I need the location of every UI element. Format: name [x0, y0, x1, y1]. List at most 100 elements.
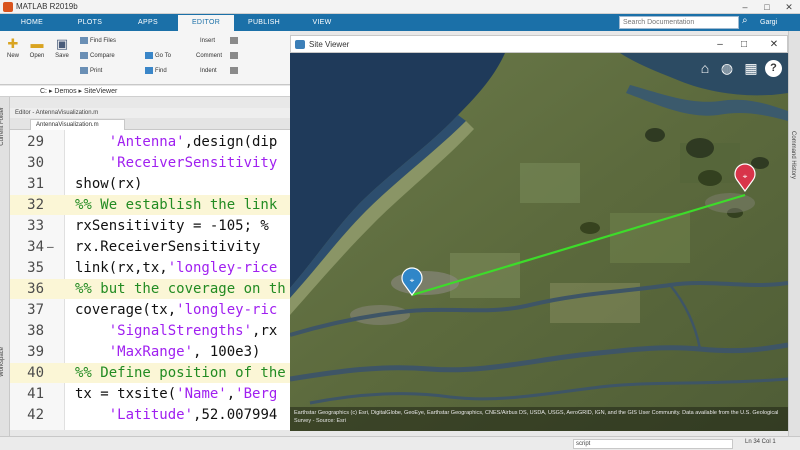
tab-editor[interactable]: EDITOR	[178, 15, 234, 31]
code-text[interactable]: 'ReceiverSensitivity	[75, 153, 278, 173]
line-number: 30	[27, 155, 44, 171]
search-icon[interactable]: ⌕	[742, 15, 748, 26]
find-files-button[interactable]: Find Files	[80, 36, 116, 46]
window-title: MATLAB R2019b	[16, 2, 78, 11]
code-text[interactable]: coverage(tx,'longley-ric	[75, 300, 277, 320]
code-line[interactable]: 33 rxSensitivity = -105; %	[10, 216, 290, 236]
save-button[interactable]: ▣ Save	[52, 36, 72, 60]
tab-view[interactable]: VIEW	[294, 15, 350, 31]
svg-text:⌖: ⌖	[743, 172, 748, 181]
code-token: coverage(tx,	[75, 302, 177, 318]
code-text[interactable]: %% but the coverage on th	[75, 279, 286, 299]
find-icon	[145, 66, 153, 74]
open-button[interactable]: ▬ Open	[26, 37, 48, 60]
code-line[interactable]: 36 %% but the coverage on th	[10, 279, 290, 299]
status-script-field[interactable]: script	[573, 439, 733, 449]
minimize-button[interactable]: –	[734, 0, 756, 14]
code-text[interactable]: link(rx,tx,'longley-rice	[75, 258, 277, 278]
string-token: 'longley-ric	[176, 302, 278, 318]
current-folder-path[interactable]: C: ▸ Demos ▸ SiteViewer	[0, 86, 290, 97]
site-viewer-maximize-button[interactable]: □	[733, 36, 755, 54]
code-text[interactable]: show(rx)	[75, 174, 142, 194]
string-token: 'longley-rice	[167, 260, 278, 276]
code-line[interactable]: 37 coverage(tx,'longley-ric	[10, 300, 290, 320]
code-text[interactable]: 'MaxRange', 100e3)	[75, 342, 261, 362]
right-panel-strip[interactable]: Command History	[788, 31, 800, 436]
line-number: 31	[27, 176, 44, 192]
globe-icon[interactable]: ◍	[718, 59, 736, 77]
string-token: 'ReceiverSensitivity	[108, 155, 278, 171]
comment-icon	[230, 51, 238, 59]
command-history-label[interactable]: Command History	[790, 131, 796, 179]
code-text[interactable]: tx = txsite('Name','Berg	[75, 384, 277, 404]
workspace-label[interactable]: Workspace	[0, 347, 5, 377]
close-button[interactable]: ✕	[778, 0, 800, 14]
format-icon	[230, 36, 238, 44]
code-line[interactable]: 35 link(rx,tx,'longley-rice	[10, 258, 290, 278]
home-icon[interactable]: ⌂	[696, 59, 714, 77]
code-text[interactable]: %% Define position of the	[75, 363, 286, 383]
code-line[interactable]: 34— rx.ReceiverSensitivity	[10, 237, 290, 257]
code-editor[interactable]: 29 'Antenna',design(dip 30 'ReceiverSensi…	[10, 130, 290, 430]
site-viewer-close-button[interactable]: ✕	[763, 36, 785, 54]
code-text[interactable]: 'Latitude',52.007994	[75, 405, 278, 425]
comment-toggle-button[interactable]	[230, 51, 240, 61]
code-line[interactable]: 29 'Antenna',design(dip	[10, 132, 290, 152]
code-line[interactable]: 42 'Latitude',52.007994	[10, 405, 290, 425]
svg-text:⌖: ⌖	[410, 276, 415, 285]
status-bar: script Ln 34 Col 1	[0, 436, 800, 450]
line-number: 38	[27, 323, 44, 339]
cursor-position: Ln 34 Col 1	[745, 439, 776, 445]
line-marker[interactable]: —	[47, 237, 54, 257]
print-button[interactable]: Print	[80, 66, 102, 76]
tab-home[interactable]: HOME	[4, 15, 60, 31]
line-number: 37	[27, 302, 44, 318]
tab-publish[interactable]: PUBLISH	[236, 15, 292, 31]
site-viewer-icon	[295, 40, 305, 49]
code-line[interactable]: 38 'SignalStrengths',rx	[10, 321, 290, 341]
go-to-button[interactable]: Go To	[145, 51, 171, 61]
string-token: 'Latitude'	[108, 407, 194, 423]
insert-button[interactable]: Insert	[200, 36, 215, 46]
matlab-logo-icon	[3, 2, 13, 12]
comment-button[interactable]: Comment	[196, 51, 222, 61]
layers-icon[interactable]: ▦	[742, 59, 760, 77]
current-folder-label[interactable]: Current Folder	[0, 107, 5, 146]
left-panel-strip[interactable]: Current Folder Workspace	[0, 97, 10, 437]
code-token: ,	[226, 386, 236, 402]
map-attribution: Earthstar Geographics (c) Esri, DigitalG…	[290, 407, 788, 431]
code-line[interactable]: 31 show(rx)	[10, 174, 290, 194]
tab-plots[interactable]: PLOTS	[62, 15, 118, 31]
site-viewer-titlebar: Site Viewer – □ ✕	[290, 35, 788, 53]
code-token: ,design(dip	[184, 134, 278, 150]
code-line[interactable]: 40 %% Define position of the	[10, 363, 290, 383]
string-token: 'MaxRange'	[108, 344, 194, 360]
code-line[interactable]: 32 %% We establish the link	[10, 195, 290, 215]
find-files-icon	[80, 36, 88, 44]
tab-apps[interactable]: APPS	[120, 15, 176, 31]
code-text[interactable]: rx.ReceiverSensitivity	[75, 237, 260, 257]
site-viewer-map[interactable]: ⌖ ⌖ ⌂ ◍ ▦ ? Earthstar Geographics (c) Es…	[290, 53, 788, 431]
user-account[interactable]: Gargi	[760, 14, 777, 31]
maximize-button[interactable]: □	[756, 0, 778, 14]
site-viewer-minimize-button[interactable]: –	[709, 36, 731, 54]
code-text[interactable]: rxSensitivity = -105; %	[75, 216, 277, 236]
help-icon[interactable]: ?	[765, 60, 782, 77]
code-line[interactable]: 39 'MaxRange', 100e3)	[10, 342, 290, 362]
code-text[interactable]: 'SignalStrengths',rx	[75, 321, 278, 341]
line-number: 32	[27, 197, 44, 213]
compare-button[interactable]: Compare	[80, 51, 115, 61]
search-documentation-input[interactable]: Search Documentation	[619, 16, 739, 29]
code-line[interactable]: 41 tx = txsite('Name','Berg	[10, 384, 290, 404]
indent-toggle-button[interactable]	[230, 66, 240, 76]
code-text[interactable]: %% We establish the link	[75, 195, 277, 215]
new-button[interactable]: ✚ New	[3, 37, 23, 60]
file-tab[interactable]: AntennaVisualization.m	[30, 119, 125, 130]
save-icon: ▣	[55, 36, 69, 51]
code-text[interactable]: 'Antenna',design(dip	[75, 132, 278, 152]
code-line[interactable]: 30 'ReceiverSensitivity	[10, 153, 290, 173]
indent-button[interactable]: Indent	[200, 66, 217, 76]
find-button[interactable]: Find	[145, 66, 167, 76]
format-button[interactable]	[230, 36, 240, 46]
